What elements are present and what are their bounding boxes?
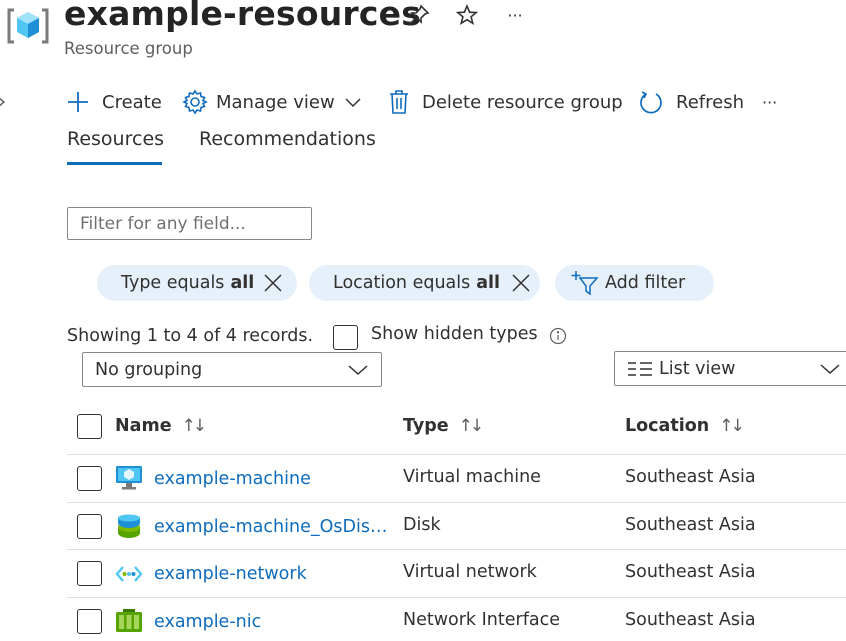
type-filter-label: Type equals xyxy=(121,273,225,293)
location-filter-value: all xyxy=(476,273,501,293)
grouping-selected: No grouping xyxy=(95,359,203,380)
resource-type: Virtual machine xyxy=(403,467,541,487)
type-filter-pill[interactable]: Type equals all xyxy=(97,265,297,301)
page-subtitle: Resource group xyxy=(64,39,193,58)
toolbar-more-button[interactable]: ··· xyxy=(762,86,777,118)
chevron-down-icon xyxy=(345,98,361,108)
pin-icon[interactable] xyxy=(406,2,432,28)
column-name-label: Name xyxy=(115,416,172,436)
chevron-right-icon[interactable] xyxy=(0,92,10,112)
filter-input[interactable] xyxy=(67,207,312,240)
resource-link[interactable]: example-machine xyxy=(154,469,388,489)
resource-location: Southeast Asia xyxy=(625,467,756,487)
row-divider xyxy=(67,454,846,455)
add-filter-icon xyxy=(571,271,599,296)
close-icon[interactable] xyxy=(511,273,531,293)
virtual-machine-icon xyxy=(115,465,143,495)
create-button[interactable]: Create xyxy=(66,86,162,118)
row-checkbox[interactable] xyxy=(77,609,102,634)
add-filter-button[interactable]: Add filter xyxy=(555,265,714,301)
resource-type: Network Interface xyxy=(403,610,560,630)
resource-location: Southeast Asia xyxy=(625,562,756,582)
refresh-button[interactable]: Refresh xyxy=(638,86,744,118)
disk-icon xyxy=(116,514,142,544)
gear-icon xyxy=(182,89,208,115)
delete-resource-group-label: Delete resource group xyxy=(422,91,623,113)
close-icon[interactable] xyxy=(263,273,283,293)
sort-icon: ↑↓ xyxy=(181,416,207,436)
row-checkbox[interactable] xyxy=(77,561,102,586)
column-location-label: Location xyxy=(625,416,710,436)
view-selected: List view xyxy=(659,358,736,379)
virtual-network-icon xyxy=(115,564,143,588)
delete-resource-group-button[interactable]: Delete resource group xyxy=(388,86,623,118)
resource-link[interactable]: example-nic xyxy=(154,612,388,632)
page-title: example-resources xyxy=(64,0,422,33)
sort-icon: ↑↓ xyxy=(719,416,744,436)
tab-active-indicator xyxy=(67,162,162,165)
list-view-icon xyxy=(628,361,652,376)
show-hidden-types-checkbox[interactable] xyxy=(333,325,358,350)
row-divider xyxy=(67,502,846,503)
resource-location: Southeast Asia xyxy=(625,610,756,630)
type-filter-value: all xyxy=(230,273,255,293)
manage-view-label: Manage view xyxy=(216,91,335,113)
row-divider xyxy=(67,549,846,550)
trash-icon xyxy=(390,90,408,114)
tab-recommendations[interactable]: Recommendations xyxy=(199,128,376,150)
resource-group-icon xyxy=(6,4,50,48)
resource-type: Disk xyxy=(403,515,441,535)
star-icon[interactable] xyxy=(454,2,480,28)
row-checkbox[interactable] xyxy=(77,466,102,491)
sort-icon: ↑↓ xyxy=(458,416,484,436)
column-type-label: Type xyxy=(403,416,449,436)
resource-location: Southeast Asia xyxy=(625,515,756,535)
view-dropdown[interactable]: List view xyxy=(614,351,846,386)
refresh-icon xyxy=(640,91,662,114)
more-icon[interactable]: ··· xyxy=(502,2,528,28)
tab-resources[interactable]: Resources xyxy=(67,128,164,150)
chevron-down-icon xyxy=(348,365,368,376)
chevron-down-icon xyxy=(820,364,840,375)
row-checkbox[interactable] xyxy=(77,514,102,539)
records-count: Showing 1 to 4 of 4 records. xyxy=(67,326,314,346)
add-filter-label: Add filter xyxy=(605,273,686,293)
info-icon[interactable] xyxy=(549,327,567,349)
network-interface-icon xyxy=(115,609,143,639)
grouping-dropdown[interactable]: No grouping xyxy=(82,352,382,387)
resource-link[interactable]: example-machine_OsDisk_1_3a1f9c2b7e4d4c8… xyxy=(154,517,390,537)
resource-type: Virtual network xyxy=(403,562,537,582)
create-label: Create xyxy=(102,91,162,113)
column-header-location[interactable]: Location ↑↓ xyxy=(625,416,745,436)
manage-view-button[interactable]: Manage view xyxy=(182,86,363,118)
row-divider xyxy=(67,597,846,598)
show-hidden-types-label: Show hidden types xyxy=(371,324,538,344)
column-header-type[interactable]: Type ↑↓ xyxy=(403,416,484,436)
resource-link[interactable]: example-network xyxy=(154,564,388,584)
location-filter-label: Location equals xyxy=(333,273,471,293)
column-header-name[interactable]: Name ↑↓ xyxy=(115,416,207,436)
select-all-checkbox[interactable] xyxy=(77,414,102,439)
location-filter-pill[interactable]: Location equals all xyxy=(309,265,540,301)
plus-icon xyxy=(68,92,88,112)
refresh-label: Refresh xyxy=(676,91,744,113)
